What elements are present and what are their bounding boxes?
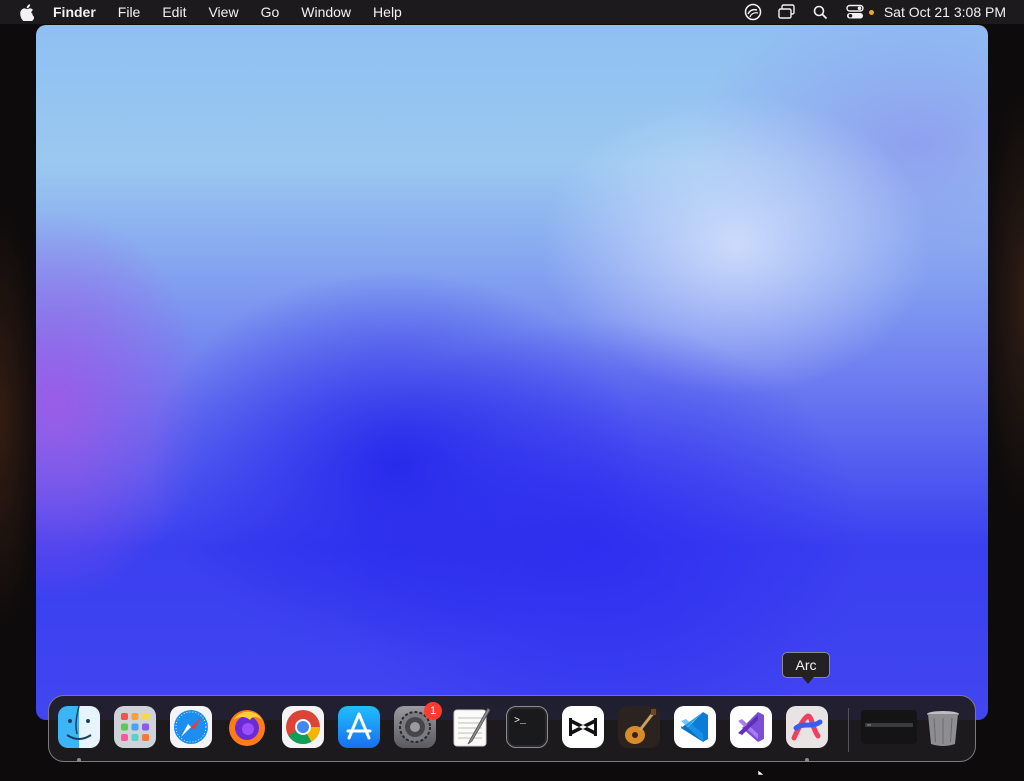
finder-running-indicator (77, 758, 81, 762)
wallpaper-window (36, 25, 988, 720)
dock: >_ (48, 695, 976, 762)
menu-view[interactable]: View (208, 4, 238, 20)
launchpad-icon[interactable] (114, 706, 156, 748)
dock-tooltip-label: Arc (795, 657, 817, 673)
textedit-icon[interactable] (450, 706, 492, 748)
chrome-icon[interactable] (282, 706, 324, 748)
menu-app-name[interactable]: Finder (53, 4, 96, 20)
menu-help[interactable]: Help (373, 4, 402, 20)
spotlight-search-icon[interactable] (811, 2, 831, 22)
menu-edit[interactable]: Edit (162, 4, 186, 20)
visual-studio-icon[interactable] (730, 706, 772, 748)
safari-icon[interactable] (170, 706, 212, 748)
capcut-icon[interactable] (562, 706, 604, 748)
menu-bar: Finder File Edit View Go Window Help Sat… (0, 0, 1024, 24)
status-indicator-dot (868, 9, 874, 15)
dock-separator (848, 708, 849, 752)
arc-running-indicator (805, 758, 809, 762)
finder-icon[interactable] (58, 706, 100, 748)
trash-icon[interactable] (922, 706, 964, 748)
app-store-icon[interactable] (338, 706, 380, 748)
creative-cloud-icon[interactable] (743, 2, 763, 22)
minimized-window-thumbnail[interactable] (861, 710, 917, 744)
control-center-icon[interactable] (845, 2, 865, 22)
svg-text:>_: >_ (514, 716, 527, 727)
terminal-icon[interactable]: >_ (506, 706, 548, 748)
mouse-cursor-icon (757, 763, 766, 781)
menu-go[interactable]: Go (261, 4, 280, 20)
menu-file[interactable]: File (118, 4, 141, 20)
garageband-icon[interactable] (618, 706, 660, 748)
arc-icon[interactable] (786, 706, 828, 748)
vscode-icon[interactable] (674, 706, 716, 748)
screen-mirroring-icon[interactable] (777, 2, 797, 22)
menu-window[interactable]: Window (301, 4, 351, 20)
dock-tooltip: Arc (782, 652, 830, 684)
menubar-clock[interactable]: Sat Oct 21 3:08 PM (884, 4, 1006, 20)
firefox-icon[interactable] (226, 706, 268, 748)
apple-menu-icon[interactable] (19, 3, 35, 21)
system-settings-badge: 1 (424, 702, 442, 720)
